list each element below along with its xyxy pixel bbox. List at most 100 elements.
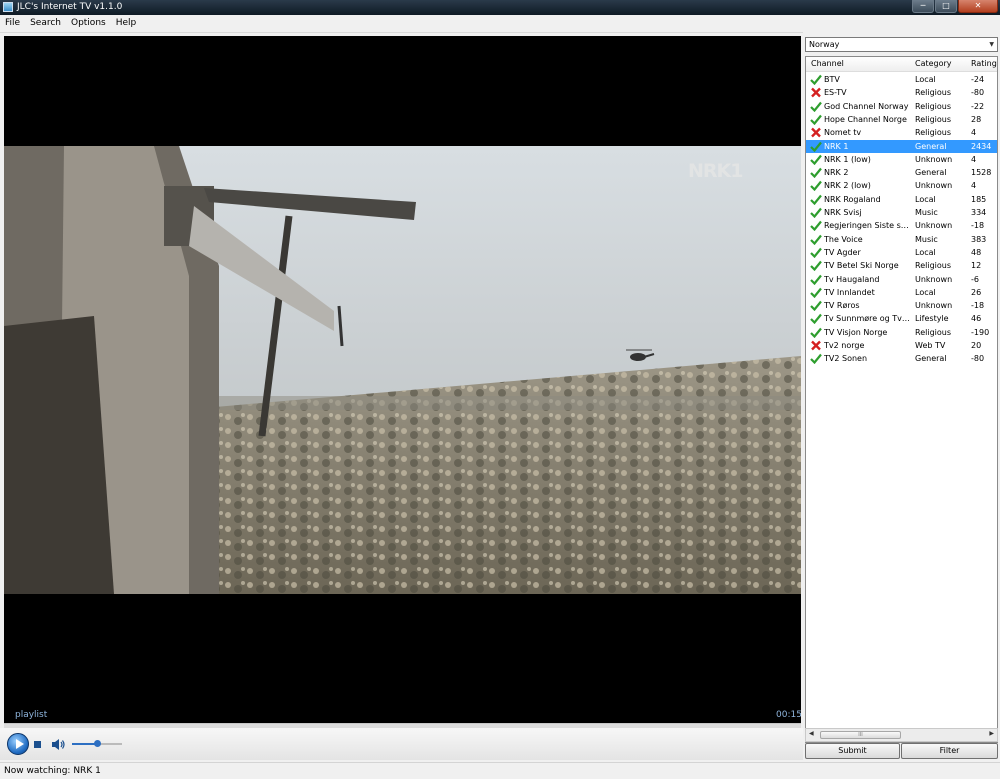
channel-rating: -6 — [971, 274, 979, 284]
channel-row[interactable]: NRK 1 General 2434 — [806, 139, 997, 153]
check-icon — [810, 314, 822, 325]
channel-row[interactable]: NRK 2 General 1528 — [806, 166, 997, 179]
channel-category: General — [915, 141, 947, 151]
scroll-left-icon[interactable]: ◀ — [809, 730, 814, 737]
channel-row[interactable]: NRK Svisj Music 334 — [806, 206, 997, 219]
channel-category: Religious — [915, 327, 951, 337]
error-x-icon — [811, 340, 821, 351]
channel-rating: 28 — [971, 114, 982, 124]
error-x-icon — [811, 127, 821, 138]
country-dropdown[interactable]: Norway ▼ — [805, 37, 998, 52]
horizontal-scrollbar[interactable]: ◀ III ▶ — [805, 728, 998, 742]
channel-name: NRK Rogaland — [824, 194, 881, 204]
channel-row[interactable]: God Channel Norway Religious -22 — [806, 100, 997, 113]
channel-row[interactable]: NRK 2 (low) Unknown 4 — [806, 179, 997, 192]
channel-rating: 185 — [971, 194, 987, 204]
channel-name: NRK Svisj — [824, 208, 862, 217]
menu-options[interactable]: Options — [66, 15, 111, 32]
channel-row[interactable]: Hope Channel Norge Religious 28 — [806, 113, 997, 126]
channel-rating: -80 — [971, 88, 985, 98]
channel-name: TV Røros — [824, 301, 860, 311]
play-button[interactable] — [7, 733, 29, 755]
menu-search[interactable]: Search — [25, 15, 66, 32]
channel-row[interactable]: Tv Haugaland Unknown -6 — [806, 273, 997, 286]
channel-category: Local — [915, 247, 936, 257]
chevron-down-icon[interactable]: ▼ — [989, 41, 994, 48]
close-button[interactable]: ✕ — [958, 0, 998, 13]
player-controls — [0, 728, 803, 760]
channel-row[interactable]: TV Betel Ski Norge Religious 12 — [806, 259, 997, 272]
channel-category: Unknown — [915, 221, 953, 231]
channel-category: Religious — [915, 101, 951, 111]
channel-name: Tv2 norge — [824, 341, 865, 350]
window-title: JLC's Internet TV v1.1.0 — [17, 2, 123, 12]
title-bar: JLC's Internet TV v1.1.0 ─ □ ✕ — [0, 0, 1000, 15]
channel-name: Hope Channel Norge — [824, 114, 907, 124]
channel-row[interactable]: Tv Sunnmøre og Tv ... Lifestyle 46 — [806, 312, 997, 325]
channel-row[interactable]: TV Visjon Norge Religious -190 — [806, 326, 997, 339]
volume-slider[interactable] — [72, 740, 122, 747]
channel-row[interactable]: ES-TV Religious -80 — [806, 86, 997, 99]
channel-row[interactable]: TV Agder Local 48 — [806, 246, 997, 259]
channel-category: Unknown — [915, 154, 953, 164]
video-frame: NRK1 — [4, 146, 801, 594]
playlist-label[interactable]: playlist — [15, 710, 47, 720]
channel-category: Local — [915, 194, 936, 204]
channel-name: NRK 2 (low) — [824, 181, 871, 191]
column-header-channel[interactable]: Channel — [811, 59, 844, 68]
channel-list[interactable]: Channel Category Rating BTV Local -24 ES-TV… — [805, 56, 998, 743]
column-header-rating[interactable]: Rating — [971, 59, 997, 68]
channel-rating: -190 — [971, 327, 990, 337]
check-icon — [810, 234, 822, 245]
channel-rating: 12 — [971, 261, 982, 271]
check-icon — [810, 154, 822, 165]
channel-name: Regjeringen Siste se... — [824, 221, 912, 231]
video-player[interactable]: NRK1 playlist 00:15 — [4, 36, 801, 723]
column-header-category[interactable]: Category — [915, 59, 952, 68]
channel-rating: 26 — [971, 287, 982, 297]
volume-knob[interactable] — [94, 740, 101, 747]
channel-category: Religious — [915, 261, 951, 271]
channel-row[interactable]: TV Røros Unknown -18 — [806, 299, 997, 312]
menu-help[interactable]: Help — [111, 15, 142, 32]
minimize-button[interactable]: ─ — [912, 0, 934, 13]
menu-file[interactable]: File — [0, 15, 25, 32]
channel-row[interactable]: NRK Rogaland Local 185 — [806, 193, 997, 206]
maximize-button[interactable]: □ — [935, 0, 957, 13]
check-icon — [810, 260, 822, 272]
channel-category: Religious — [915, 128, 951, 138]
channel-rating: -18 — [971, 301, 985, 311]
scroll-right-icon[interactable]: ▶ — [989, 730, 994, 737]
channel-list-header: Channel Category Rating — [806, 57, 997, 72]
check-icon — [810, 327, 822, 338]
check-icon — [810, 247, 822, 258]
channel-row[interactable]: BTV Local -24 — [806, 73, 997, 86]
channel-category: Unknown — [915, 301, 953, 311]
channel-name: TV Visjon Norge — [824, 327, 888, 337]
channel-row[interactable]: Tv2 norge Web TV 20 — [806, 339, 997, 352]
check-icon — [810, 181, 822, 192]
channel-name: God Channel Norway — [824, 101, 909, 111]
channel-name: NRK 1 (low) — [824, 154, 871, 164]
scroll-thumb[interactable]: III — [820, 731, 901, 739]
channel-name: NRK 1 — [824, 141, 849, 151]
channel-category: General — [915, 354, 947, 364]
channel-row[interactable]: Nomet tv Religious 4 — [806, 126, 997, 139]
channel-row[interactable]: TV2 Sonen General -80 — [806, 352, 997, 365]
stop-button[interactable] — [34, 741, 41, 748]
channel-rating: 48 — [971, 247, 982, 257]
check-icon — [810, 114, 822, 125]
speaker-icon[interactable] — [52, 739, 65, 750]
filter-button[interactable]: Filter — [901, 743, 998, 759]
channel-name: ES-TV — [824, 88, 847, 98]
channel-rating: 1528 — [971, 168, 992, 178]
channel-name: BTV — [824, 75, 840, 84]
channel-row[interactable]: Regjeringen Siste se... Unknown -18 — [806, 219, 997, 232]
submit-button[interactable]: Submit — [805, 743, 900, 759]
channel-category: Local — [915, 75, 936, 84]
channel-row[interactable]: The Voice Music 383 — [806, 233, 997, 246]
channel-row[interactable]: NRK 1 (low) Unknown 4 — [806, 153, 997, 166]
channel-category: Web TV — [915, 341, 946, 350]
channel-row[interactable]: TV Innlandet Local 26 — [806, 286, 997, 299]
check-icon — [810, 141, 822, 152]
